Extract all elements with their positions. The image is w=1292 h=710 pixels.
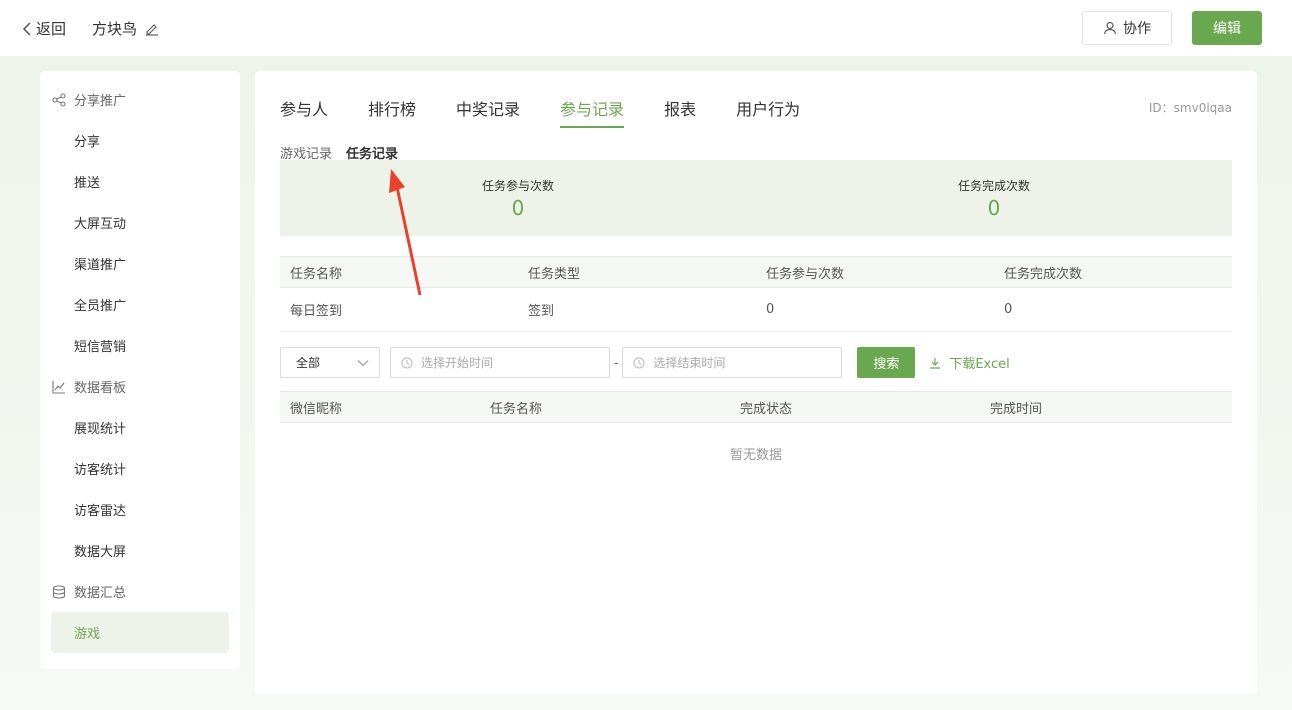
column-header: 任务完成次数	[1004, 266, 1083, 282]
user-icon	[1103, 21, 1117, 35]
sidebar-item-channel[interactable]: 渠道推广	[40, 243, 240, 284]
edit-button[interactable]: 编辑	[1192, 11, 1262, 45]
clock-icon	[633, 357, 645, 368]
chevron-left-icon	[22, 21, 31, 36]
tab-participants[interactable]: 参与人	[280, 96, 328, 128]
start-date-input[interactable]: 选择开始时间	[390, 347, 610, 378]
end-date-input[interactable]: 选择结束时间	[622, 347, 843, 378]
sidebar-item-all-staff[interactable]: 全员推广	[40, 284, 240, 325]
sidebar-item-sms[interactable]: 短信营销	[40, 325, 240, 366]
chevron-down-icon	[357, 359, 369, 366]
page-title: 方块鸟	[92, 18, 159, 39]
table-cell: 签到	[528, 304, 555, 319]
activity-id: ID：smv0lqaa	[1148, 101, 1232, 115]
database-icon	[52, 584, 66, 599]
top-bar: 返回 方块鸟 协作 编辑	[0, 0, 1292, 56]
sidebar-item-data-screen[interactable]: 数据大屏	[40, 530, 240, 571]
stat-task-completion: 任务完成次数 0	[756, 160, 1232, 236]
chart-line-icon	[52, 380, 65, 394]
select-value: 全部	[296, 356, 321, 370]
search-button[interactable]: 搜索	[857, 347, 916, 378]
column-header: 任务名称	[490, 401, 543, 417]
column-header: 微信昵称	[290, 401, 343, 417]
back-label: 返回	[36, 20, 67, 38]
start-date-placeholder: 选择开始时间	[421, 356, 494, 370]
page-title-text: 方块鸟	[92, 20, 138, 38]
tab-prize-records[interactable]: 中奖记录	[456, 96, 520, 128]
tab-participation-records[interactable]: 参与记录	[560, 96, 625, 128]
tab-leaderboard[interactable]: 排行榜	[368, 96, 416, 128]
annotation-arrow-icon	[389, 169, 422, 296]
stat-label: 任务完成次数	[957, 179, 1030, 193]
clock-icon	[401, 357, 413, 368]
back-button[interactable]: 返回	[22, 18, 66, 39]
sidebar-item-push[interactable]: 推送	[40, 161, 240, 202]
sidebar-group-label: 数据汇总	[74, 586, 127, 601]
end-date-placeholder: 选择结束时间	[653, 356, 726, 370]
collaborate-button[interactable]: 协作	[1082, 11, 1172, 45]
stat-task-participation: 任务参与次数 0	[280, 160, 756, 236]
status-select[interactable]: 全部	[280, 347, 380, 378]
sidebar: 分享推广 分享 推送 大屏互动 渠道推广 全员推广 短信营销 数据看板 展现统计…	[40, 71, 240, 669]
table-cell: 每日签到	[290, 304, 343, 319]
tab-user-behavior[interactable]: 用户行为	[736, 96, 800, 128]
task-record-table: 微信昵称 任务名称 完成状态 完成时间 暂无数据	[280, 391, 1232, 463]
download-label: 下载Excel	[949, 357, 1010, 372]
sidebar-group-share: 分享推广	[40, 79, 240, 120]
sidebar-item-big-screen[interactable]: 大屏互动	[40, 202, 240, 243]
sidebar-group-summary: 数据汇总	[40, 571, 240, 612]
stat-label: 任务参与次数	[481, 179, 554, 193]
column-header: 任务参与次数	[766, 266, 845, 282]
sidebar-item-impressions[interactable]: 展现统计	[40, 407, 240, 448]
date-separator: -	[614, 355, 619, 370]
sidebar-item-visitor-radar[interactable]: 访客雷达	[40, 489, 240, 530]
sidebar-item-share[interactable]: 分享	[40, 120, 240, 161]
column-header: 任务类型	[528, 266, 581, 282]
tab-bar: 参与人 排行榜 中奖记录 参与记录 报表 用户行为	[280, 96, 800, 128]
tab-reports[interactable]: 报表	[664, 96, 696, 128]
download-icon	[930, 357, 941, 369]
edit-pencil-icon[interactable]	[145, 22, 159, 36]
sidebar-group-label: 分享推广	[74, 94, 127, 109]
share-icon	[52, 92, 66, 107]
table-cell: 0	[766, 302, 775, 317]
stat-value: 0	[987, 196, 1001, 220]
stat-value: 0	[511, 196, 525, 220]
sidebar-item-visitors[interactable]: 访客统计	[40, 448, 240, 489]
filter-bar: 全部 选择开始时间 - 选择结束时间 搜索 下载Excel	[280, 347, 1010, 378]
column-header: 完成状态	[740, 401, 793, 417]
empty-state: 暂无数据	[729, 448, 782, 463]
sidebar-item-game[interactable]: 游戏	[51, 612, 229, 653]
table-cell: 0	[1004, 302, 1013, 317]
sidebar-group-label: 数据看板	[74, 381, 127, 396]
column-header: 完成时间	[990, 401, 1043, 417]
sidebar-group-dashboard: 数据看板	[40, 366, 240, 407]
table-header: 微信昵称 任务名称 完成状态 完成时间	[280, 391, 1232, 423]
download-excel-button[interactable]: 下载Excel	[929, 353, 1010, 372]
collaborate-label: 协作	[1123, 21, 1151, 37]
